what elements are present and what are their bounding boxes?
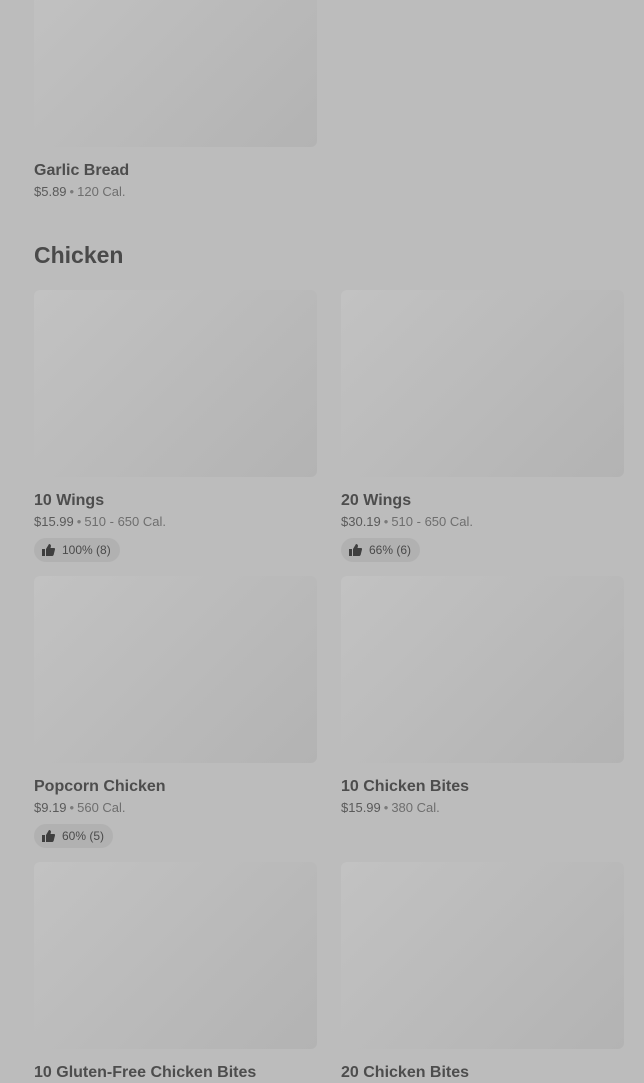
menu-item-meta: $30.19 • 510 - 650 Cal. <box>341 514 624 530</box>
menu-item-image[interactable] <box>341 290 624 477</box>
menu-item-card[interactable]: Garlic Bread $5.89 • 120 Cal. <box>34 0 317 200</box>
menu-item-card[interactable]: 20 Chicken Bites <box>341 862 624 1082</box>
menu-item-calories: 560 Cal. <box>77 800 126 815</box>
menu-item-name: 20 Chicken Bites <box>341 1064 470 1081</box>
rating-badge: 66% (6) <box>341 538 421 562</box>
menu-item-name: 20 Wings <box>341 492 412 509</box>
rating-text: 60% (5) <box>62 829 105 843</box>
menu-item-card[interactable]: Popcorn Chicken $9.19 • 560 Cal. 60% (5) <box>34 576 317 848</box>
menu-item-calories: 510 - 650 Cal. <box>391 514 473 529</box>
menu-item-price: $5.89 <box>34 184 67 199</box>
separator-dot: • <box>69 800 75 815</box>
thumbs-up-icon <box>349 544 362 556</box>
menu-item-image[interactable] <box>34 0 317 147</box>
menu-item-price: $15.99 <box>341 800 381 815</box>
menu-item-name: Garlic Bread <box>34 162 130 179</box>
menu-item-card[interactable]: 20 Wings $30.19 • 510 - 650 Cal. 66% (6) <box>341 290 624 562</box>
menu-item-calories: 380 Cal. <box>391 800 440 815</box>
menu-item-calories: 120 Cal. <box>77 184 126 199</box>
thumbs-up-icon <box>42 830 55 842</box>
menu-item-card[interactable]: 10 Chicken Bites $15.99 • 380 Cal. <box>341 576 624 816</box>
thumbs-up-icon <box>42 544 55 556</box>
separator-dot: • <box>383 800 389 815</box>
menu-item-image[interactable] <box>34 290 317 477</box>
separator-dot: • <box>383 514 389 529</box>
menu-item-image[interactable] <box>341 862 624 1049</box>
menu-item-meta: $5.89 • 120 Cal. <box>34 184 317 200</box>
menu-item-name: Popcorn Chicken <box>34 778 166 795</box>
menu-item-name: 10 Chicken Bites <box>341 778 470 795</box>
menu-item-meta: $15.99 • 510 - 650 Cal. <box>34 514 317 530</box>
separator-dot: • <box>76 514 82 529</box>
menu-item-image[interactable] <box>34 576 317 763</box>
separator-dot: • <box>69 184 75 199</box>
section-title: Chicken <box>34 242 124 268</box>
menu-item-meta: $15.99 • 380 Cal. <box>341 800 624 816</box>
menu-item-name: 10 Wings <box>34 492 105 509</box>
rating-text: 100% (8) <box>62 543 111 557</box>
rating-badge: 100% (8) <box>34 538 120 562</box>
rating-text: 66% (6) <box>369 543 412 557</box>
menu-item-name: 10 Gluten-Free Chicken Bites (baked) <box>34 1064 257 1081</box>
menu-item-calories: 510 - 650 Cal. <box>84 514 166 529</box>
menu-item-image[interactable] <box>341 576 624 763</box>
menu-item-price: $30.19 <box>341 514 381 529</box>
menu-item-price: $9.19 <box>34 800 67 815</box>
menu-item-card[interactable]: 10 Wings $15.99 • 510 - 650 Cal. 100% (8) <box>34 290 317 562</box>
rating-badge: 60% (5) <box>34 824 114 848</box>
menu-item-meta: $9.19 • 560 Cal. <box>34 800 317 816</box>
menu-item-image[interactable] <box>34 862 317 1049</box>
menu-page: Garlic Bread $5.89 • 120 Cal. Chicken 10 W… <box>0 0 644 1083</box>
menu-item-price: $15.99 <box>34 514 74 529</box>
menu-item-card[interactable]: 10 Gluten-Free Chicken Bites (baked) <box>34 862 317 1083</box>
